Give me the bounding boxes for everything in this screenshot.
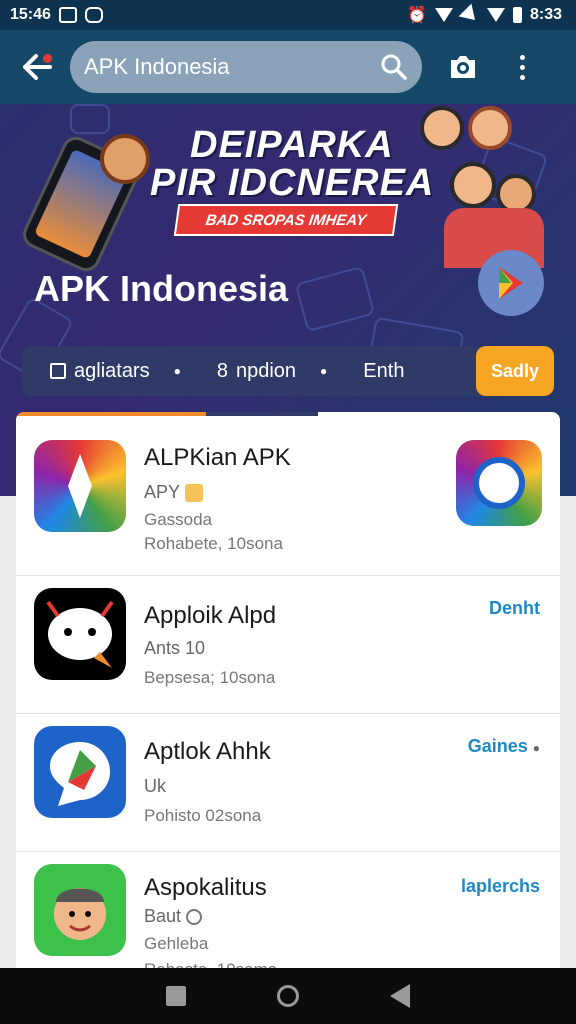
decor-shape (294, 265, 376, 333)
banner-headline-line2: PIR IDCNEREA (150, 162, 435, 204)
info-icon (186, 909, 203, 926)
search-input[interactable]: APK Indonesia (70, 41, 422, 93)
more-options-button[interactable] (512, 50, 532, 84)
dot-icon: ● (532, 741, 540, 755)
back-nav-icon[interactable] (390, 984, 411, 1008)
banner-ribbon: BAD SROPAS IMHEAY (173, 204, 399, 236)
app-title: Aptlok Ahhk (144, 738, 271, 765)
app-meta: Gehleba (144, 934, 209, 953)
list-item[interactable]: Aptlok Ahhk Uk Pohisto 02sona Gaines ● (16, 714, 560, 852)
app-title: Aspokalitus (144, 874, 267, 901)
app-action-link[interactable]: laplerchs (461, 876, 540, 897)
filter-categories-label: agliatars (74, 359, 150, 382)
dropdown-caret-icon: ● (320, 364, 328, 378)
play-store-icon (499, 267, 523, 299)
kid-illustration (450, 162, 496, 208)
filter-bar: agliatars ● 8 npdion ● Enth Sadly (22, 346, 554, 396)
app-subtitle: APY (144, 482, 203, 503)
app-title: ALPKian APK (144, 444, 291, 471)
filter-option-label: npdion (235, 359, 297, 382)
kid-illustration (100, 134, 150, 184)
app-subtitle: Uk (144, 776, 166, 796)
back-button[interactable] (14, 44, 60, 90)
home-icon[interactable] (276, 985, 299, 1007)
badge-icon (184, 484, 203, 503)
list-item[interactable]: Aspokalitus Baut Gehleba Rehaste, 10sama… (16, 852, 560, 972)
decor-shape (70, 104, 110, 134)
app-subtitle: Baut (144, 906, 203, 927)
signal-icon (458, 3, 482, 27)
dropdown-caret-icon: ● (173, 364, 181, 378)
filter-extra[interactable]: Enth (363, 360, 404, 383)
filter-apply-button[interactable]: Sadly (476, 346, 554, 396)
status-bar: 15:46 ⏰ 8:33 (0, 0, 576, 30)
status-time: 8:33 (529, 6, 562, 23)
search-value: APK Indonesia (84, 54, 230, 79)
kid-illustration (420, 106, 464, 150)
recents-icon[interactable] (165, 986, 186, 1006)
banner-headline-line1: DEIPARKA (190, 124, 394, 166)
app-subtitle: Ants 10 (144, 638, 206, 658)
camera-icon (451, 56, 475, 78)
app-meta: Pohisto 02sona (144, 806, 262, 825)
app-bar: APK Indonesia (0, 30, 576, 104)
filter-categories[interactable]: agliatars ● (50, 360, 181, 383)
wifi-icon (434, 8, 453, 22)
more-dot-icon (519, 74, 525, 80)
filter-extra-label: Enth (363, 359, 405, 382)
app-meta-secondary: Rohabete, 10sona (144, 534, 283, 553)
list-item[interactable]: Apploik Alpd Ants 10 Bepsesa; 10sona Den… (16, 576, 560, 714)
app-title: Apploik Alpd (144, 602, 277, 629)
banner-title: APK Indonesia (34, 268, 289, 309)
app-meta: Bepsesa; 10sona (144, 668, 276, 687)
notification-dot (43, 54, 52, 63)
featured-app-icon[interactable] (456, 440, 542, 526)
gallery-notification-icon (58, 7, 77, 23)
app-action-link[interactable]: Gaines ● (468, 736, 540, 757)
search-icon[interactable] (380, 53, 408, 81)
app-icon (34, 440, 126, 532)
app-action-link[interactable]: Denht (489, 598, 540, 619)
filter-option[interactable]: 8 npdion ● (217, 360, 327, 383)
system-nav-bar (0, 968, 576, 1024)
app-icon (34, 588, 126, 680)
app-meta: Gassoda (144, 510, 213, 529)
message-notification-icon (84, 7, 103, 23)
play-store-badge[interactable] (478, 250, 544, 316)
kid-illustration (468, 106, 512, 150)
app-list: ALPKian APK APY Gassoda Rohabete, 10sona… (16, 412, 560, 972)
checkbox-icon (50, 363, 66, 379)
cellular-icon (486, 8, 505, 22)
more-dot-icon (519, 64, 525, 70)
more-dot-icon (519, 54, 525, 60)
alarm-icon: ⏰ (407, 7, 427, 24)
app-icon (34, 726, 126, 818)
app-icon (34, 864, 126, 956)
list-item[interactable]: ALPKian APK APY Gassoda Rohabete, 10sona (16, 412, 560, 576)
status-left-text: 15:46 (10, 6, 51, 23)
sort-icon: 8 (216, 359, 228, 382)
battery-icon (512, 7, 522, 23)
camera-button[interactable] (446, 50, 480, 84)
